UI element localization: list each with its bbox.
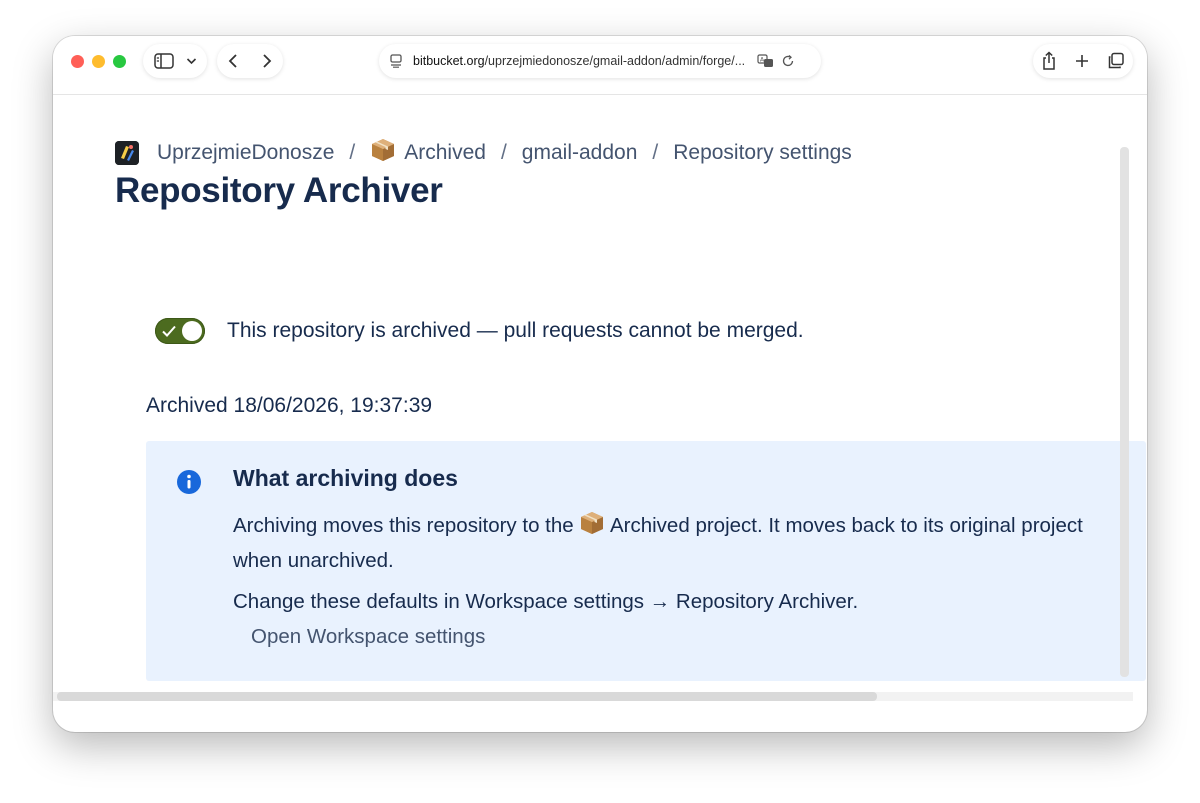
url-text[interactable]: bitbucket.org/uprzejmiedonosze/gmail-add…	[413, 54, 753, 68]
check-icon	[161, 322, 177, 345]
sidebar-toggle-button[interactable]	[143, 44, 207, 78]
breadcrumb: UprzejmieDonosze / Archived / gmail-addo…	[115, 137, 852, 169]
chevron-down-icon[interactable]	[186, 57, 197, 65]
info-defaults-text: Change these defaults in Workspace setti…	[233, 590, 859, 613]
browser-toolbar: bitbucket.org/uprzejmiedonosze/gmail-add…	[53, 36, 1147, 95]
vertical-scrollbar[interactable]	[1120, 147, 1129, 677]
info-title: What archiving does	[233, 465, 458, 491]
package-icon	[579, 510, 605, 545]
info-icon	[176, 469, 202, 500]
breadcrumb-separator: /	[500, 141, 507, 164]
toggle-knob	[182, 321, 202, 341]
page-content: UprzejmieDonosze / Archived / gmail-addo…	[53, 95, 1146, 715]
address-bar[interactable]: bitbucket.org/uprzejmiedonosze/gmail-add…	[379, 44, 821, 78]
forward-icon[interactable]	[261, 53, 273, 69]
close-window-button[interactable]	[71, 55, 84, 68]
translate-icon[interactable]: A	[757, 54, 775, 68]
page-icon	[389, 54, 403, 68]
zoom-window-button[interactable]	[113, 55, 126, 68]
horizontal-scrollbar[interactable]	[57, 692, 877, 701]
browser-window: bitbucket.org/uprzejmiedonosze/gmail-add…	[53, 36, 1147, 732]
minimize-window-button[interactable]	[92, 55, 105, 68]
breadcrumb-settings[interactable]: Repository settings	[673, 141, 852, 165]
plus-icon[interactable]	[1074, 53, 1090, 69]
tabs-icon[interactable]	[1107, 52, 1125, 70]
navigation-buttons	[217, 44, 283, 78]
back-icon[interactable]	[227, 53, 239, 69]
info-description: Archiving moves this repository to the A…	[233, 510, 1146, 576]
archive-toggle[interactable]	[155, 318, 205, 344]
page-title: Repository Archiver	[115, 171, 443, 210]
window-actions	[1033, 44, 1133, 78]
archive-toggle-label: This repository is archived — pull reque…	[227, 319, 804, 342]
reload-icon[interactable]	[781, 54, 795, 68]
archived-timestamp: Archived 18/06/2026, 19:37:39	[146, 394, 433, 417]
breadcrumb-project[interactable]: Archived	[370, 137, 486, 169]
breadcrumb-separator: /	[349, 141, 356, 164]
breadcrumb-repo[interactable]: gmail-addon	[522, 141, 638, 165]
archive-toggle-row: This repository is archived — pull reque…	[155, 318, 804, 344]
breadcrumb-workspace[interactable]: UprzejmieDonosze	[115, 141, 334, 165]
workspace-avatar	[115, 141, 139, 165]
open-workspace-settings-link[interactable]: Open Workspace settings	[251, 625, 485, 649]
share-icon[interactable]	[1041, 51, 1057, 71]
info-panel: What archiving does Archiving moves this…	[146, 441, 1146, 681]
package-icon	[370, 137, 396, 169]
sidebar-icon	[153, 53, 174, 69]
breadcrumb-separator: /	[652, 141, 659, 164]
